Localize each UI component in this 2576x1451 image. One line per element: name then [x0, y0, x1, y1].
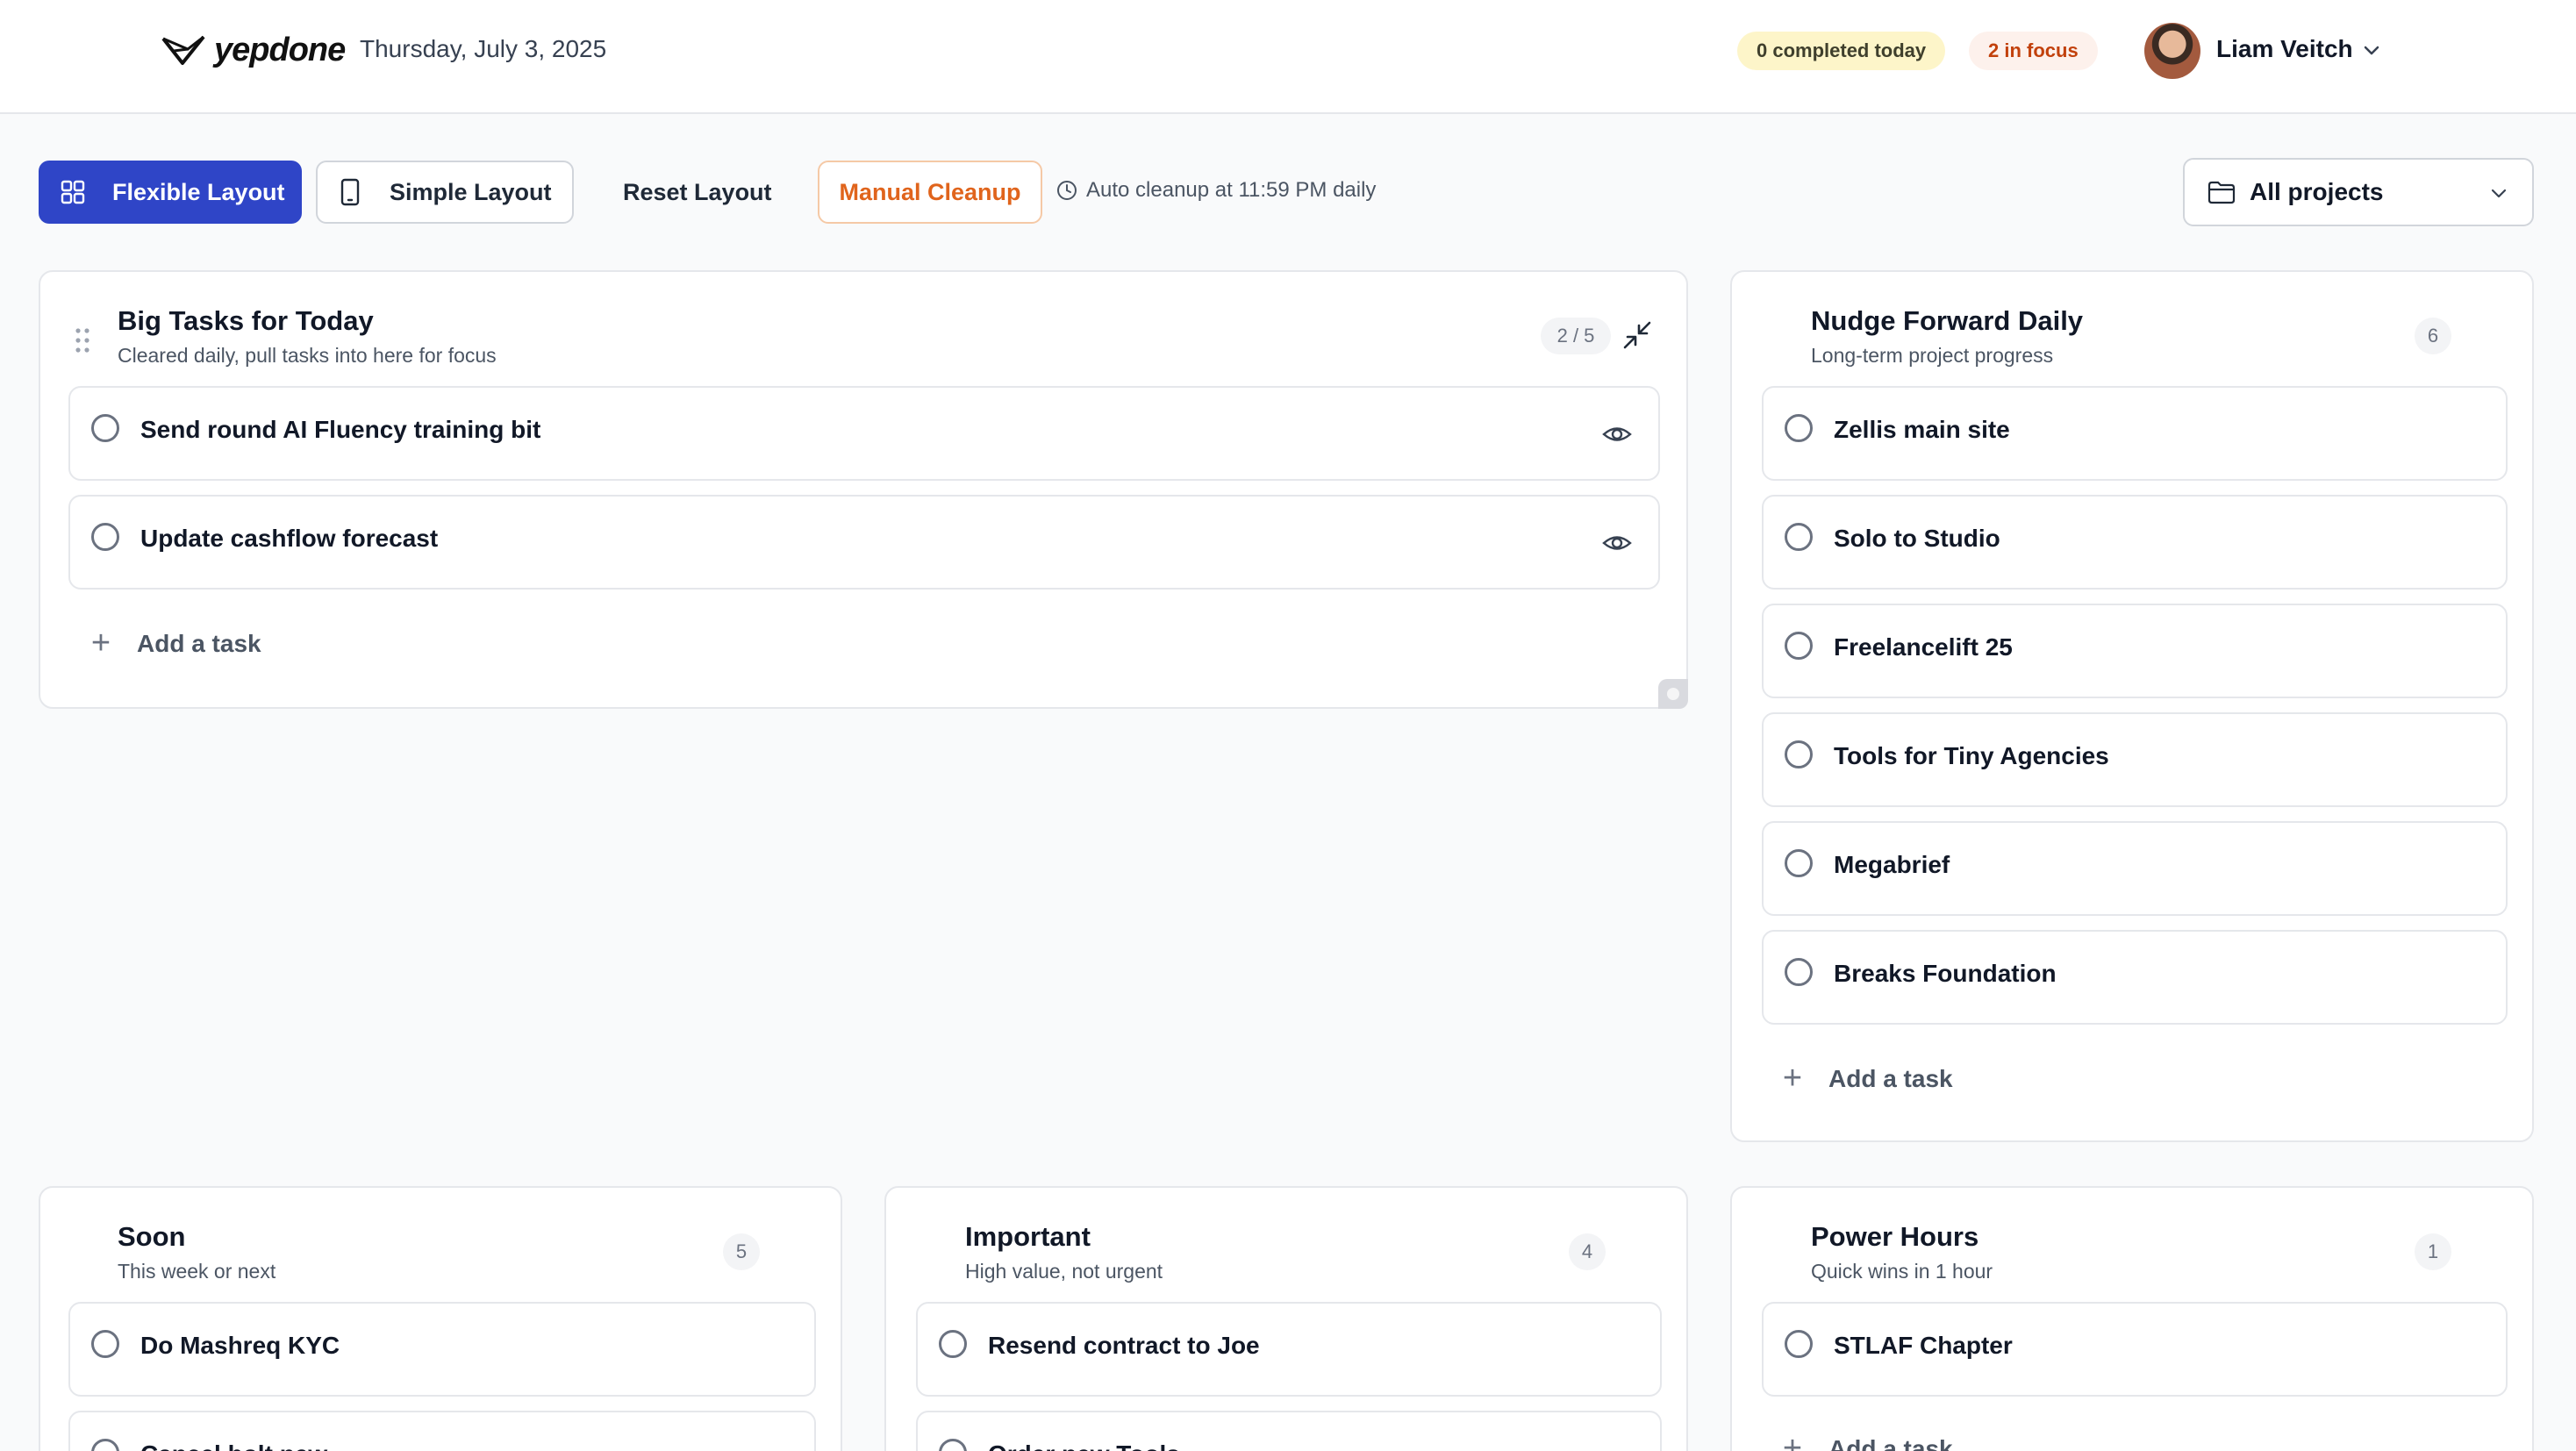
auto-cleanup-text: Auto cleanup at 11:59 PM daily [1086, 178, 1377, 202]
panel-subtitle: Cleared daily, pull tasks into here for … [118, 344, 497, 367]
add-task-label: Add a task [1828, 1064, 1953, 1092]
task-item[interactable]: STLAF Chapter [1762, 1302, 2508, 1397]
task-item[interactable]: Order new Tools [916, 1411, 1662, 1451]
task-label: Solo to Studio [1834, 525, 2000, 552]
panel-title: Power Hours [1811, 1221, 1979, 1252]
panel-subtitle: Long-term project progress [1811, 344, 2054, 367]
panel-subtitle: This week or next [118, 1260, 276, 1283]
panel-big-tasks: Big Tasks for Today Cleared daily, pull … [39, 270, 1688, 709]
task-item[interactable]: Send round AI Fluency training bit [68, 386, 1660, 481]
task-item[interactable]: Megabrief [1762, 821, 2508, 916]
task-count-badge: 1 [2415, 1233, 2451, 1270]
panel-subtitle: High value, not urgent [965, 1260, 1163, 1283]
task-item[interactable]: Do Mashreq KYC [68, 1302, 816, 1397]
task-checkbox[interactable] [1785, 1330, 1813, 1358]
task-label: Zellis main site [1834, 416, 2010, 443]
task-checkbox[interactable] [1785, 523, 1813, 551]
task-count-badge: 5 [723, 1233, 760, 1270]
chevron-down-icon [2491, 189, 2507, 198]
task-item[interactable]: Resend contract to Joe [916, 1302, 1662, 1397]
task-item[interactable]: Zellis main site [1762, 386, 2508, 481]
task-label: Freelancelift 25 [1834, 633, 2013, 661]
task-checkbox[interactable] [939, 1330, 967, 1358]
plus-icon: + [1782, 1430, 1803, 1451]
task-item[interactable]: Breaks Foundation [1762, 930, 2508, 1025]
task-checkbox[interactable] [91, 1330, 119, 1358]
task-checkbox[interactable] [91, 1439, 119, 1451]
panel-power-hours: Power Hours Quick wins in 1 hour 1 STLAF… [1730, 1186, 2534, 1451]
task-checkbox[interactable] [1785, 414, 1813, 442]
task-label: Tools for Tiny Agencies [1834, 742, 2109, 769]
task-item[interactable]: Freelancelift 25 [1762, 604, 2508, 698]
eye-icon[interactable] [1602, 528, 1632, 558]
grid-icon [61, 180, 85, 204]
task-checkbox[interactable] [1785, 849, 1813, 877]
projects-select-value: All projects [2250, 178, 2384, 205]
panel-title: Nudge Forward Daily [1811, 305, 2084, 336]
task-checkbox[interactable] [1785, 740, 1813, 768]
panel-title: Big Tasks for Today [118, 305, 374, 336]
simple-layout-label: Simple Layout [390, 178, 552, 205]
collapse-icon[interactable] [1620, 318, 1655, 353]
plus-icon: + [1782, 1060, 1803, 1097]
chevron-down-icon[interactable] [2362, 40, 2381, 60]
task-label: Order new Tools [988, 1440, 1180, 1451]
simple-layout-button[interactable]: Simple Layout [316, 161, 574, 224]
panel-title: Soon [118, 1221, 186, 1252]
current-date: Thursday, July 3, 2025 [360, 35, 607, 62]
task-label: Cancel bolt.new [140, 1440, 327, 1451]
phone-icon [340, 178, 360, 206]
task-item[interactable]: Tools for Tiny Agencies [1762, 712, 2508, 807]
task-checkbox[interactable] [939, 1439, 967, 1451]
add-task-button[interactable]: + Add a task [1781, 1430, 1953, 1451]
brand-logo[interactable]: yepdone [161, 32, 346, 69]
add-task-label: Add a task [1828, 1434, 1953, 1451]
task-label: Do Mashreq KYC [140, 1332, 340, 1359]
task-checkbox[interactable] [1785, 632, 1813, 660]
plus-icon: + [90, 625, 111, 661]
projects-select[interactable]: All projects [2183, 158, 2534, 226]
clock-icon [1057, 181, 1077, 200]
task-label: Send round AI Fluency training bit [140, 416, 541, 443]
panel-soon: Soon This week or next 5 Do Mashreq KYC … [39, 1186, 842, 1451]
task-count-badge: 6 [2415, 318, 2451, 354]
task-item[interactable]: Cancel bolt.new [68, 1411, 816, 1451]
add-task-label: Add a task [137, 629, 261, 657]
auto-cleanup-note: Auto cleanup at 11:59 PM daily [1056, 178, 1376, 203]
add-task-button[interactable]: + Add a task [89, 625, 261, 662]
in-focus-badge: 2 in focus [1969, 32, 2098, 70]
panel-title: Important [965, 1221, 1091, 1252]
eye-icon[interactable] [1602, 419, 1632, 449]
resize-handle[interactable] [1658, 679, 1688, 709]
user-avatar[interactable] [2144, 23, 2200, 79]
folder-icon [2207, 181, 2236, 204]
manual-cleanup-button[interactable]: Manual Cleanup [818, 161, 1042, 224]
brand-name: yepdone [214, 32, 346, 68]
task-checkbox[interactable] [1785, 958, 1813, 986]
task-count-badge: 2 / 5 [1541, 318, 1611, 354]
task-label: Megabrief [1834, 851, 1950, 878]
top-header: yepdone Thursday, July 3, 2025 0 complet… [0, 0, 2576, 114]
reset-layout-button[interactable]: Reset Layout [605, 161, 781, 224]
task-label: Breaks Foundation [1834, 960, 2057, 987]
drag-handle-icon[interactable] [74, 326, 91, 354]
panel-important: Important High value, not urgent 4 Resen… [884, 1186, 1688, 1451]
task-checkbox[interactable] [91, 523, 119, 551]
task-count-badge: 4 [1569, 1233, 1606, 1270]
add-task-button[interactable]: + Add a task [1781, 1060, 1953, 1097]
flexible-layout-button[interactable]: Flexible Layout [39, 161, 302, 224]
task-item[interactable]: Update cashflow forecast [68, 495, 1660, 590]
yepdone-logo-icon [161, 35, 205, 65]
user-name[interactable]: Liam Veitch [2216, 35, 2353, 63]
task-checkbox[interactable] [91, 414, 119, 442]
task-label: Update cashflow forecast [140, 525, 439, 552]
panel-subtitle: Quick wins in 1 hour [1811, 1260, 1993, 1283]
task-item[interactable]: Solo to Studio [1762, 495, 2508, 590]
flexible-layout-label: Flexible Layout [112, 178, 285, 205]
panel-nudge-forward: Nudge Forward Daily Long-term project pr… [1730, 270, 2534, 1142]
task-label: Resend contract to Joe [988, 1332, 1260, 1359]
task-label: STLAF Chapter [1834, 1332, 2013, 1359]
completed-today-badge: 0 completed today [1737, 32, 1946, 70]
